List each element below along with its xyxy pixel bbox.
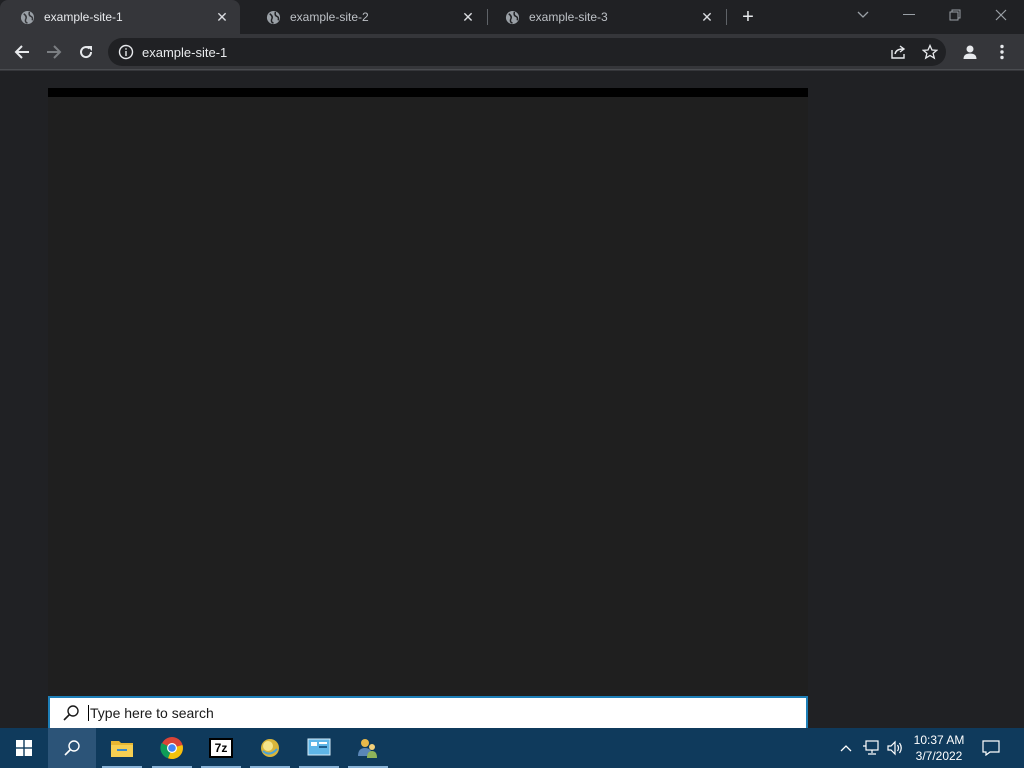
seven-zip-label: 7z — [209, 738, 233, 758]
restore-icon[interactable] — [932, 0, 978, 30]
notifications-icon[interactable] — [978, 728, 1004, 768]
tab-1[interactable]: example-site-1 ✕ — [0, 0, 240, 34]
tab-2[interactable]: example-site-2 ✕ — [246, 0, 486, 34]
tab-search-icon[interactable] — [840, 0, 886, 30]
minimize-icon[interactable] — [886, 0, 932, 30]
reload-icon[interactable] — [72, 38, 100, 66]
globe-icon — [505, 10, 520, 24]
close-icon[interactable]: ✕ — [699, 9, 715, 25]
search-placeholder: Type here to search — [88, 705, 214, 721]
page-viewport — [0, 71, 1024, 728]
tab-3[interactable]: example-site-3 ✕ — [485, 0, 725, 34]
back-icon[interactable] — [8, 38, 36, 66]
globe-icon — [20, 10, 35, 24]
menu-icon[interactable] — [988, 38, 1016, 66]
show-hidden-icons-icon[interactable] — [836, 728, 856, 768]
content-header-bar — [48, 88, 808, 97]
tab-title: example-site-3 — [529, 10, 608, 24]
globe-icon — [266, 10, 281, 24]
taskbar-clock[interactable]: 10:37 AM 3/7/2022 — [906, 732, 972, 764]
page-content — [48, 88, 808, 728]
share-icon[interactable] — [885, 38, 911, 66]
new-tab-button[interactable]: + — [736, 5, 760, 29]
seven-zip-icon[interactable]: 7z — [197, 728, 245, 768]
star-icon[interactable] — [917, 38, 943, 66]
tab-title: example-site-1 — [44, 10, 123, 24]
file-explorer-icon[interactable] — [98, 728, 146, 768]
tab-separator — [726, 9, 727, 25]
volume-icon[interactable] — [884, 728, 906, 768]
tab-strip: example-site-1 ✕ example-site-2 ✕ exampl… — [0, 0, 1024, 34]
taskbar: 7z 10:37 AM 3/7/2022 — [0, 728, 1024, 768]
clock-date: 3/7/2022 — [915, 749, 963, 763]
address-bar[interactable]: example-site-1 — [108, 38, 946, 66]
close-icon[interactable]: ✕ — [214, 9, 230, 25]
clock-time: 10:37 AM — [913, 733, 965, 747]
forward-icon[interactable] — [40, 38, 68, 66]
control-panel-icon[interactable] — [295, 728, 343, 768]
browser-toolbar: example-site-1 — [0, 34, 1024, 70]
close-icon[interactable]: ✕ — [460, 9, 476, 25]
address-bar-url: example-site-1 — [142, 44, 228, 60]
search-icon[interactable] — [48, 728, 96, 768]
chrome-icon[interactable] — [148, 728, 196, 768]
taskbar-search-field[interactable]: Type here to search — [48, 696, 808, 728]
search-icon — [63, 705, 79, 721]
window-close-icon[interactable] — [978, 0, 1024, 30]
profile-icon[interactable] — [956, 38, 984, 66]
info-icon[interactable] — [118, 44, 134, 60]
users-icon[interactable] — [344, 728, 392, 768]
start-icon[interactable] — [0, 728, 48, 768]
network-icon[interactable] — [860, 728, 882, 768]
app-orb-icon[interactable] — [246, 728, 294, 768]
tab-title: example-site-2 — [290, 10, 369, 24]
